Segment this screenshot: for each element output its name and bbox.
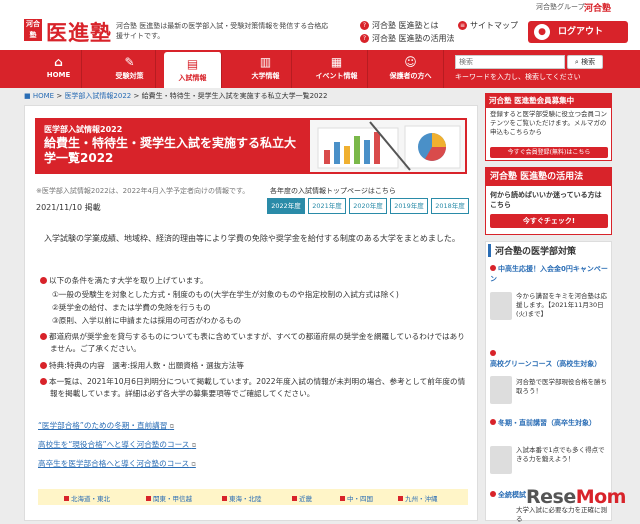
home-icon: ⌂ — [54, 55, 63, 69]
sitemap-link[interactable]: ≡ サイトマップ — [458, 20, 518, 31]
bullet-icon — [40, 277, 47, 284]
search-icon: ⌕ — [574, 58, 579, 66]
archive-link[interactable]: 各年度の入試情報トップページはこちら — [270, 186, 396, 196]
side-item-text: 今から講習をキミを河合塾は応援します。【2021年11月30日(火)まで】 — [516, 292, 607, 318]
external-link-icon: ⧉ — [169, 423, 175, 430]
condition-bullet: 以下の条件を満たす大学を取り上げています。 — [40, 275, 460, 287]
resemom-watermark: ReseMom — [526, 486, 626, 508]
logout-button[interactable]: ● ログアウト — [528, 21, 628, 43]
nav-exam-info[interactable]: ▤ 入試情報 — [164, 52, 222, 88]
condition-item: ③原則、入学以前に申請または採用の可否がわかるもの — [52, 316, 242, 325]
site-description: 河合塾 医進塾は最新の医学部入試・受験対策情報を発信する合格応援サイトです。 — [116, 22, 329, 40]
region-kyushu[interactable]: 九州・沖縄 — [398, 493, 438, 503]
nav-exam-prep[interactable]: ✎ 受験対策 — [104, 50, 156, 88]
square-icon — [398, 496, 403, 501]
date-note: 本一覧は、2021年10月6日判明分について掲載しています。2022年度入試の情… — [40, 376, 468, 400]
breadcrumb-current: 給費生・特待生・奨学生入試を実施する私立大学一覧2022 — [141, 92, 328, 100]
bullet-icon — [490, 265, 496, 271]
about-link[interactable]: ? 河合塾 医進塾とは — [360, 20, 439, 31]
page-title: 給費生・特待生・奨学生入試を実施する私立大学一覧2022 — [44, 136, 297, 165]
nav-university[interactable]: ▥ 大学情報 — [240, 50, 292, 88]
tab-2020[interactable]: 2020年度 — [349, 198, 387, 214]
bullet-icon — [490, 491, 496, 497]
question-icon: ? — [360, 21, 369, 30]
square-icon — [222, 496, 227, 501]
region-chushikoku[interactable]: 中・四国 — [340, 493, 373, 503]
region-kinki[interactable]: 近畿 — [292, 493, 312, 503]
external-link-icon: ⧉ — [191, 442, 197, 449]
pencil-icon: ✎ — [124, 55, 135, 69]
tab-2022[interactable]: 2022年度 — [267, 198, 305, 214]
group-logo[interactable]: 河合塾 — [584, 1, 611, 14]
banner-category: 医学部入試情報2022 — [44, 125, 123, 134]
intro-text: 入学試験の学業成績、地域枠、経済的理由等により学費の免除や奨学金を給付する制度の… — [44, 234, 460, 243]
bullet-icon — [490, 419, 496, 425]
notice-text: ※医学部入試情報2022は、2022年4月入学予定者向けの情報です。 — [36, 187, 250, 195]
howto-promo-text: 何から読めばいいか迷っている方はこちら — [490, 191, 602, 209]
region-hokkaido[interactable]: 北海道・東北 — [64, 493, 110, 503]
side-item-text: 入試本番で1点でも多く得点できる力を鍛えよう！ — [516, 446, 605, 463]
side-item-text: 大学入試に必要な力を正確に測る — [516, 506, 607, 523]
condition-item: ①一般の受験生を対象とした方式・制度のもの(大学在学生が対象のものや指定校制の入… — [52, 290, 399, 299]
highschool-course-link[interactable]: 高校生を“現役合格”へと導く河合塾のコース ⧉ — [38, 439, 196, 450]
chart-illustration-icon — [310, 120, 465, 172]
breadcrumb-home[interactable]: HOME — [33, 92, 54, 100]
year-tabs: 2022年度 2021年度 2020年度 2019年度 2018年度 — [267, 198, 469, 214]
bullet-icon — [40, 333, 47, 340]
howto-promo-title: 河合塾 医進塾の活用法 — [486, 168, 611, 186]
nav-events[interactable]: ▦ イベント情報 — [306, 50, 368, 88]
bullet-icon — [490, 350, 496, 356]
nav-home[interactable]: ⌂ HOME — [36, 50, 82, 88]
user-icon: ● — [534, 24, 550, 40]
howto-link[interactable]: ? 河合塾 医進塾の活用法 — [360, 33, 455, 44]
side-item-title[interactable]: 中高生応援！入会金0円キャンペーン — [490, 264, 608, 284]
member-promo-title: 河合塾 医進塾会員募集中 — [486, 94, 611, 108]
thumbnail — [490, 446, 512, 474]
nav-parents[interactable]: ☺ 保護者の方へ — [378, 50, 444, 88]
calendar-icon: ▦ — [330, 55, 343, 69]
banner-chart-image — [310, 120, 465, 172]
tab-2021[interactable]: 2021年度 — [308, 198, 346, 214]
winter-course-link[interactable]: “医学部合格”のための冬期・直前講習 ⧉ — [38, 420, 174, 431]
square-icon — [292, 496, 297, 501]
external-link-icon: ⧉ — [191, 461, 196, 468]
thumbnail — [490, 376, 512, 404]
site-logo[interactable]: 医進塾 — [46, 17, 112, 47]
tab-2019[interactable]: 2019年度 — [390, 198, 428, 214]
square-icon — [64, 496, 69, 501]
tab-2018[interactable]: 2018年度 — [431, 198, 469, 214]
side-item-title[interactable]: 冬期・直前講習（高卒生対象） — [490, 418, 608, 428]
legend-note: 特典:特典の内容 選考:採用人数・出願資格・選抜方法等 — [40, 360, 468, 372]
search-hint: キーワードを入力し、検索してください — [455, 73, 581, 81]
side-item-text: 河合塾で医学部現役合格を勝ち取ろう！ — [516, 378, 607, 395]
graduate-course-link[interactable]: 高卒生を医学部合格へと導く河合塾のコース ⧉ — [38, 458, 196, 469]
document-icon: ▤ — [186, 57, 199, 71]
side-panel-title: 河合塾の医学部対策 — [488, 244, 576, 257]
thumbnail — [490, 292, 512, 320]
region-tokai[interactable]: 東海・北陸 — [222, 493, 262, 503]
home-icon: ■ — [24, 92, 31, 100]
search-input[interactable] — [455, 55, 565, 69]
prefecture-note: 都道府県が奨学金を貸与するものについても表に含めていますが、すべての都道府県の奨… — [40, 331, 468, 355]
condition-item: ②奨学金の給付、または学費の免除を行うもの — [52, 303, 211, 312]
side-item-title[interactable]: 高校グリーンコース（高校生対象） — [490, 349, 608, 369]
question-icon: ? — [360, 34, 369, 43]
people-icon: ☺ — [404, 55, 417, 69]
breadcrumb-category[interactable]: 医学部入試情報2022 — [64, 92, 131, 100]
square-icon — [340, 496, 345, 501]
group-label: 河合塾グループ — [536, 3, 585, 11]
search-button[interactable]: ⌕ 検索 — [567, 55, 603, 69]
building-icon: ▥ — [259, 55, 272, 69]
bullet-icon — [40, 362, 47, 369]
member-promo-text: 登録すると医学部受験に役立つ会員コンテンツをご覧いただけます。メルマガの申込もこ… — [490, 110, 607, 136]
region-kanto[interactable]: 関東・甲信越 — [146, 493, 192, 503]
square-icon — [146, 496, 151, 501]
sitemap-icon: ≡ — [458, 21, 467, 30]
register-button[interactable]: 今すぐ会員登録(無料)はこちら — [490, 147, 608, 158]
check-button[interactable]: 今すぐチェック! — [490, 214, 608, 228]
bullet-icon — [40, 378, 47, 385]
publish-date: 2021/11/10 掲載 — [36, 203, 101, 212]
breadcrumb: ■ HOME > 医学部入試情報2022 > 給費生・特待生・奨学生入試を実施す… — [24, 92, 328, 100]
logo-badge[interactable]: 河合塾 — [24, 19, 42, 41]
